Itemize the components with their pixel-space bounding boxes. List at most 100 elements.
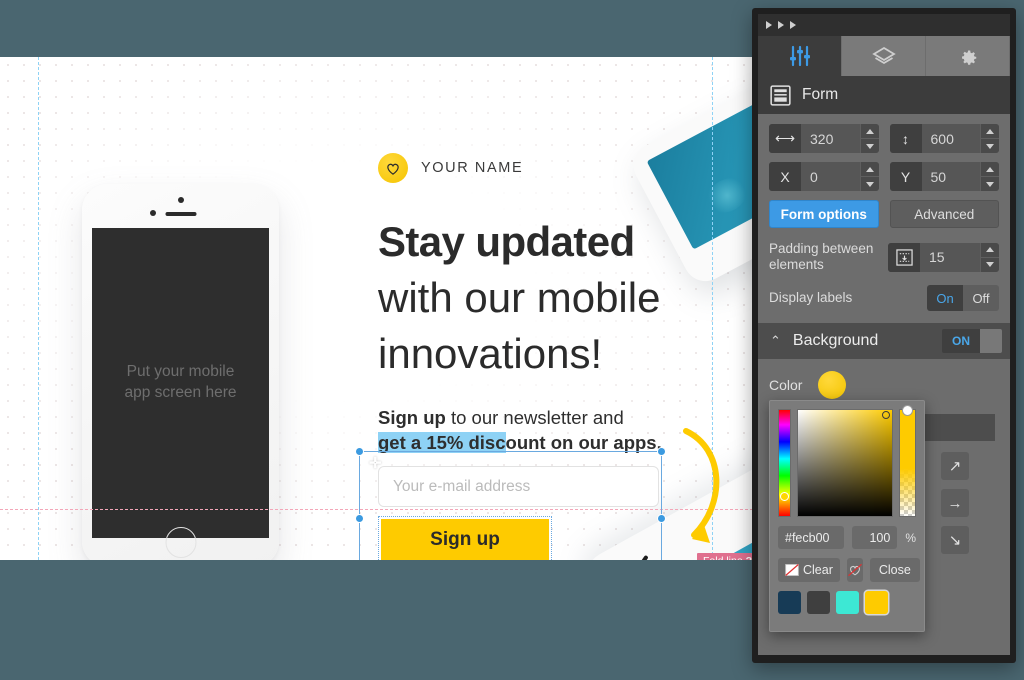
- design-canvas[interactable]: Put your mobile app screen here YOUR NAM…: [0, 57, 768, 560]
- height-value[interactable]: 600: [921, 124, 980, 153]
- fold-line-label: Fold line: [703, 555, 743, 560]
- chevron-up-icon[interactable]: ⌃: [770, 333, 781, 349]
- display-labels-row: Display labels On Off: [769, 285, 999, 311]
- background-section-header[interactable]: ⌃ Background ON: [758, 323, 1010, 359]
- diagonal-up-icon[interactable]: ↗: [941, 452, 969, 480]
- tab-settings[interactable]: [926, 36, 1010, 76]
- y-stepper[interactable]: [980, 162, 999, 191]
- background-toggle-knob[interactable]: [980, 329, 1002, 353]
- display-labels-off[interactable]: Off: [963, 285, 999, 311]
- background-color-swatch[interactable]: [818, 371, 847, 399]
- phone-sensor: [177, 197, 184, 203]
- hex-input[interactable]: #fecb00: [778, 526, 844, 549]
- email-input-placeholder: Your e-mail address: [393, 477, 531, 495]
- panel-tab-bar[interactable]: [758, 36, 1010, 76]
- height-field[interactable]: ↕ 600: [889, 124, 999, 153]
- width-field[interactable]: ⟷ 320: [769, 124, 879, 153]
- no-color-icon[interactable]: [846, 558, 863, 582]
- headline-line-2: with our mobile: [378, 274, 661, 321]
- resize-handle-tl[interactable]: [355, 447, 364, 456]
- swatch-dark-gray[interactable]: [807, 591, 830, 614]
- clear-button[interactable]: Clear: [778, 558, 840, 582]
- close-button[interactable]: Close: [869, 558, 920, 582]
- signup-button[interactable]: Sign up: [381, 519, 549, 560]
- y-field[interactable]: Y 50: [889, 162, 999, 191]
- vertical-guide-left: [38, 57, 39, 560]
- resize-handle-tr[interactable]: [657, 447, 666, 456]
- display-labels-on[interactable]: On: [927, 285, 963, 311]
- alpha-slider-knob[interactable]: [902, 405, 913, 416]
- arrow-right-icon[interactable]: →: [941, 489, 969, 517]
- selected-form-widget[interactable]: Your e-mail address Sign up: [355, 447, 666, 560]
- x-value[interactable]: 0: [801, 162, 860, 191]
- tab-layers[interactable]: [842, 36, 926, 76]
- saturation-value-area[interactable]: [797, 409, 893, 517]
- padding-stepper[interactable]: [980, 242, 999, 272]
- y-axis-icon: Y: [889, 162, 922, 191]
- form-options-button[interactable]: Form options: [769, 200, 879, 228]
- stepper-up[interactable]: [860, 124, 879, 139]
- hue-slider-knob[interactable]: [780, 492, 789, 501]
- alpha-slider[interactable]: [899, 405, 916, 517]
- size-fields-row: ⟷ 320 ↕ 600: [769, 124, 999, 153]
- padding-value[interactable]: 15: [920, 242, 980, 272]
- panel-titlebar[interactable]: [758, 14, 1010, 36]
- email-input[interactable]: Your e-mail address: [378, 466, 659, 507]
- swatch-turquoise[interactable]: [836, 591, 859, 614]
- collapse-arrow-icon[interactable]: [766, 21, 772, 29]
- x-stepper[interactable]: [859, 162, 879, 191]
- decor-blob: [701, 171, 754, 220]
- advanced-button[interactable]: Advanced: [889, 200, 999, 228]
- headline-line-1: Stay updated: [378, 218, 635, 265]
- stepper-down[interactable]: [861, 177, 879, 191]
- x-field[interactable]: X 0: [769, 162, 879, 191]
- swatch-yellow[interactable]: [865, 591, 888, 614]
- color-picker-actions-row: Clear Close: [778, 558, 920, 582]
- y-value[interactable]: 50: [921, 162, 980, 191]
- stepper-up[interactable]: [981, 243, 999, 258]
- color-picker-fields-row: #fecb00 100 %: [778, 526, 916, 549]
- hue-slider[interactable]: [778, 409, 791, 517]
- fold-line-badge[interactable]: Fold line ?: [697, 553, 759, 560]
- padding-field[interactable]: 15: [888, 242, 999, 272]
- diagonal-down-icon[interactable]: ↘: [941, 526, 969, 554]
- action-buttons-row: Form options Advanced: [769, 200, 999, 228]
- width-icon: ⟷: [769, 124, 801, 153]
- headline-block[interactable]: Stay updated with our mobile innovations…: [378, 214, 708, 382]
- collapse-arrow-icon[interactable]: [778, 21, 784, 29]
- object-header: Form: [758, 76, 1010, 114]
- clear-button-label: Clear: [803, 563, 833, 577]
- resize-handle-r[interactable]: [657, 514, 666, 523]
- panel-body: ⟷ 320 ↕ 600 X 0 Y 50 Form options Advanc…: [758, 114, 1010, 311]
- phone-mockup[interactable]: Put your mobile app screen here: [82, 184, 279, 560]
- phone-screen-placeholder: Put your mobile app screen here: [124, 363, 237, 401]
- swatch-navy[interactable]: [778, 591, 801, 614]
- stepper-up[interactable]: [981, 124, 999, 139]
- sliders-icon: [789, 45, 810, 67]
- position-fields-row: X 0 Y 50: [769, 162, 999, 191]
- color-swatch-list: [778, 591, 916, 614]
- phone-screen[interactable]: Put your mobile app screen here: [92, 228, 269, 538]
- stepper-down[interactable]: [981, 139, 999, 153]
- background-section-body: Color Gradient Remove ↗ → ↘ Filled: [758, 359, 1010, 601]
- width-stepper[interactable]: [859, 124, 879, 153]
- brand-logo-row[interactable]: YOUR NAME: [378, 153, 523, 183]
- color-picker-popup[interactable]: #fecb00 100 % Clear Close: [769, 400, 925, 632]
- width-value[interactable]: 320: [801, 124, 860, 153]
- resize-handle-l[interactable]: [355, 514, 364, 523]
- stepper-up[interactable]: [860, 162, 879, 177]
- stepper-up[interactable]: [981, 162, 999, 177]
- tab-properties[interactable]: [758, 36, 842, 76]
- display-labels-toggle[interactable]: On Off: [927, 285, 999, 311]
- stepper-down[interactable]: [861, 139, 879, 153]
- saturation-value-knob[interactable]: [882, 411, 890, 419]
- height-stepper[interactable]: [980, 124, 999, 153]
- alpha-input[interactable]: 100: [851, 526, 898, 549]
- stepper-down[interactable]: [981, 177, 999, 191]
- stepper-down[interactable]: [981, 258, 999, 272]
- signup-button-selection[interactable]: Sign up: [378, 516, 552, 560]
- selected-text-highlight: get a 15% disc: [378, 432, 506, 453]
- background-toggle[interactable]: ON: [942, 329, 1002, 353]
- collapse-arrow-icon[interactable]: [790, 21, 796, 29]
- no-color-glyph: [847, 563, 862, 577]
